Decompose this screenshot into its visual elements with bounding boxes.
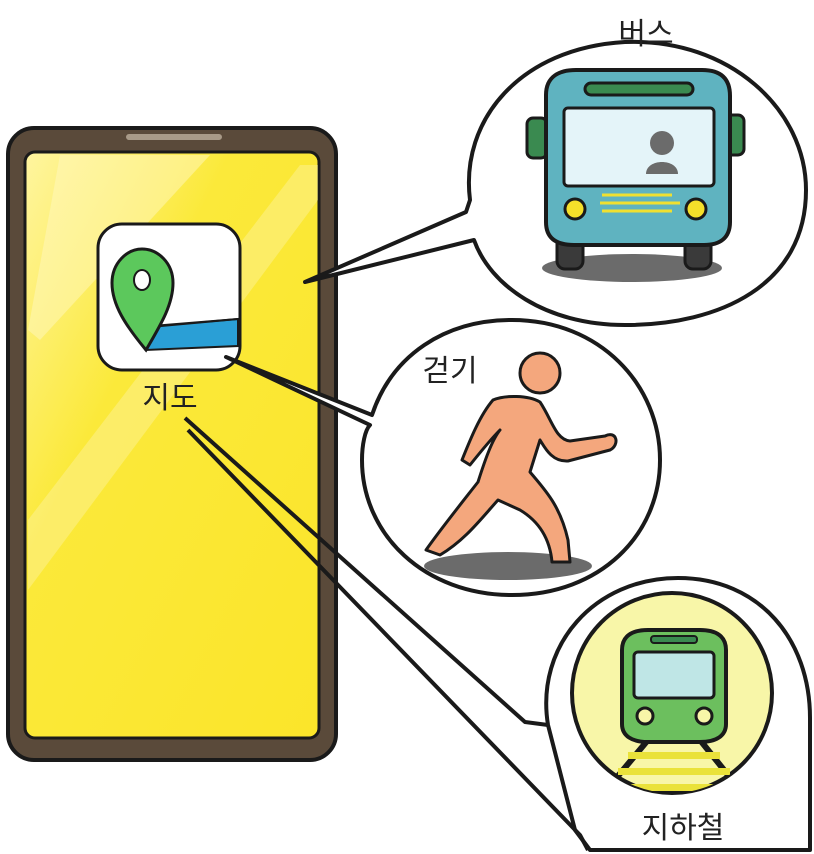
phone-speaker (126, 134, 222, 140)
bus-label: 버스 (618, 17, 673, 52)
walking-label: 걷기 (422, 354, 477, 389)
illustration: 지도 버스 걷기 지하철 (6, 17, 812, 852)
bus-bubble (303, 39, 808, 327)
map-app-button[interactable] (96, 222, 242, 372)
subway-label: 지하철 (642, 811, 725, 846)
app-label: 지도 (142, 381, 197, 416)
